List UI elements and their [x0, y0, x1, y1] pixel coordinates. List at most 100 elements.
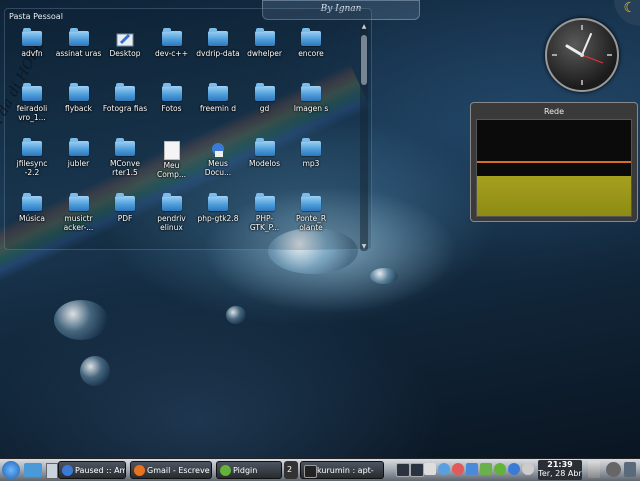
folder-icon [254, 83, 275, 101]
kmenu-icon[interactable] [2, 461, 20, 479]
taskbar-clock[interactable]: 21:39 Ter, 28 Abr [538, 460, 582, 480]
desktop-icon[interactable]: feiradoli vro_1... [9, 83, 55, 122]
terminal-icon [304, 465, 317, 478]
pager-icon[interactable] [396, 463, 410, 477]
desktop-icon[interactable]: php-gtk2.8 [195, 193, 241, 223]
task-button-amarok[interactable]: Paused :: Ama [58, 461, 126, 479]
desktop-icon[interactable]: gd [242, 83, 288, 113]
task-button-konsole[interactable]: kurumin : apt- [300, 461, 384, 479]
desktop-icon[interactable]: freemin d [195, 83, 241, 113]
desktop-icon[interactable]: dwhelper [242, 28, 288, 58]
desktop-icon[interactable]: flyback [56, 83, 102, 113]
folder-view-panel[interactable]: Pasta Pessoal La di da di HOPE advfnassi… [0, 8, 372, 251]
desktop-icon-label: advfn [21, 49, 43, 58]
folder-icon [115, 83, 135, 101]
desktop-button-icon[interactable] [46, 463, 58, 479]
scroll-down-icon[interactable]: ▼ [360, 243, 368, 251]
desktop-icon[interactable]: PDF [102, 193, 148, 223]
desktop-icon-label: feiradoli vro_1... [16, 104, 48, 122]
volume-icon[interactable] [424, 463, 436, 475]
trash-icon[interactable] [588, 461, 600, 478]
task-label: 2 [287, 465, 293, 474]
desktop-icon-label: PDF [117, 214, 133, 223]
desktop-icon-label: Fotos [161, 104, 182, 113]
pidgin-tray-icon[interactable] [494, 463, 506, 475]
desktop-icon[interactable]: mp3 [288, 138, 334, 168]
folder-icon [254, 138, 275, 156]
monitor-icon[interactable] [410, 463, 424, 477]
folder-icon [68, 138, 89, 156]
clock-time: 21:39 [547, 460, 573, 469]
folder-icon [68, 193, 89, 211]
desktop-icon[interactable]: jfilesync -2.2 [9, 138, 55, 177]
desktop-icon-label: Meu Comp... [156, 161, 187, 179]
update-icon[interactable] [452, 463, 464, 475]
desktop-icon[interactable]: Modelos [242, 138, 288, 168]
desktop-icon[interactable]: musictr acker-... [56, 193, 102, 232]
desktop-icon[interactable]: dev-c++ [149, 28, 195, 58]
documents-icon [209, 141, 227, 158]
desktop-icon[interactable]: assinat uras [55, 28, 102, 58]
desktop-icon-label: pendriv elinux [157, 214, 186, 232]
folder-icon [22, 193, 42, 211]
desktop-icon-label: dwhelper [247, 49, 282, 58]
desktop-icon[interactable]: PHP-GTK_P... [242, 193, 288, 232]
analog-clock[interactable] [545, 18, 619, 92]
task-button-firefox[interactable]: Gmail - Escreve [130, 461, 212, 479]
desktop-icon[interactable]: Desktop [102, 31, 148, 58]
desktop-icon[interactable]: MConve rter1.5 [102, 138, 148, 177]
pidgin-icon [220, 465, 231, 476]
amarok-icon [62, 465, 73, 476]
desktop-icon[interactable]: Fotos [149, 83, 195, 113]
desktop-icon[interactable]: Meus Docu... [195, 141, 241, 177]
water-drop [370, 268, 398, 284]
amarok-tray-icon[interactable] [508, 463, 520, 475]
folder-icon [301, 83, 321, 101]
desktop-icon[interactable]: Música [9, 193, 55, 223]
klipper-icon[interactable] [466, 463, 478, 475]
desktop-icon[interactable]: jubler [56, 138, 102, 168]
clock-date: Ter, 28 Abr [538, 469, 582, 478]
desktop-icon-label: Modelos [248, 159, 280, 168]
task-label: Pidgin [233, 466, 258, 475]
folder-icon [161, 28, 182, 46]
desktop-icon[interactable]: pendriv elinux [149, 193, 195, 232]
network-icon[interactable] [438, 463, 450, 475]
taskbar: Paused :: Ama Gmail - Escreve Pidgin 2 k… [0, 458, 640, 481]
desktop-icon[interactable]: Fotogra fias [102, 83, 148, 113]
desktop-icon-label: Música [19, 214, 45, 223]
network-label: Rede [543, 107, 565, 116]
desktop-icon-label: Desktop [109, 49, 141, 58]
moon-icon[interactable]: ☾ [610, 0, 640, 30]
scrollbar-thumb[interactable] [361, 35, 367, 85]
battery-icon[interactable] [480, 463, 492, 475]
desktop-icon[interactable]: Imagen s [288, 83, 334, 113]
desktop-icon[interactable]: dvdrip-data [195, 28, 241, 58]
power-icon[interactable] [606, 462, 621, 477]
desktop-icon[interactable]: encore [288, 28, 334, 58]
desktop-icon-label: Ponte_R olante [295, 214, 327, 232]
scrollbar[interactable]: ▲ ▼ [360, 23, 368, 251]
desktop-icon-label: dvdrip-data [196, 49, 240, 58]
scroll-up-icon[interactable]: ▲ [360, 23, 368, 31]
desktop-icon-label: assinat uras [55, 49, 102, 58]
network-fill [477, 176, 631, 216]
task-group-counter[interactable]: 2 [284, 461, 298, 479]
folder-icon [115, 138, 135, 156]
desktop-icon[interactable]: Ponte_R olante [288, 193, 334, 232]
desktop-icon[interactable]: advfn [9, 28, 55, 58]
desktop-icon-label: dev-c++ [154, 49, 188, 58]
folder-icon [22, 83, 42, 101]
network-line [477, 161, 631, 163]
folder-icon [208, 28, 228, 46]
folder-icon [301, 193, 321, 211]
icon-grid: advfn assinat uras Desktop dev-c++ dvdrip-da… [9, 27, 349, 247]
desktop-icon[interactable]: Meu Comp... [149, 141, 195, 179]
desktop-icon-label: Meus Docu... [204, 159, 232, 177]
home-folder-icon[interactable] [24, 463, 42, 477]
water-drop [226, 306, 246, 324]
lock-icon[interactable] [624, 462, 636, 477]
kget-icon[interactable] [522, 463, 534, 475]
folder-icon [22, 138, 42, 156]
task-button-pidgin[interactable]: Pidgin [216, 461, 282, 479]
